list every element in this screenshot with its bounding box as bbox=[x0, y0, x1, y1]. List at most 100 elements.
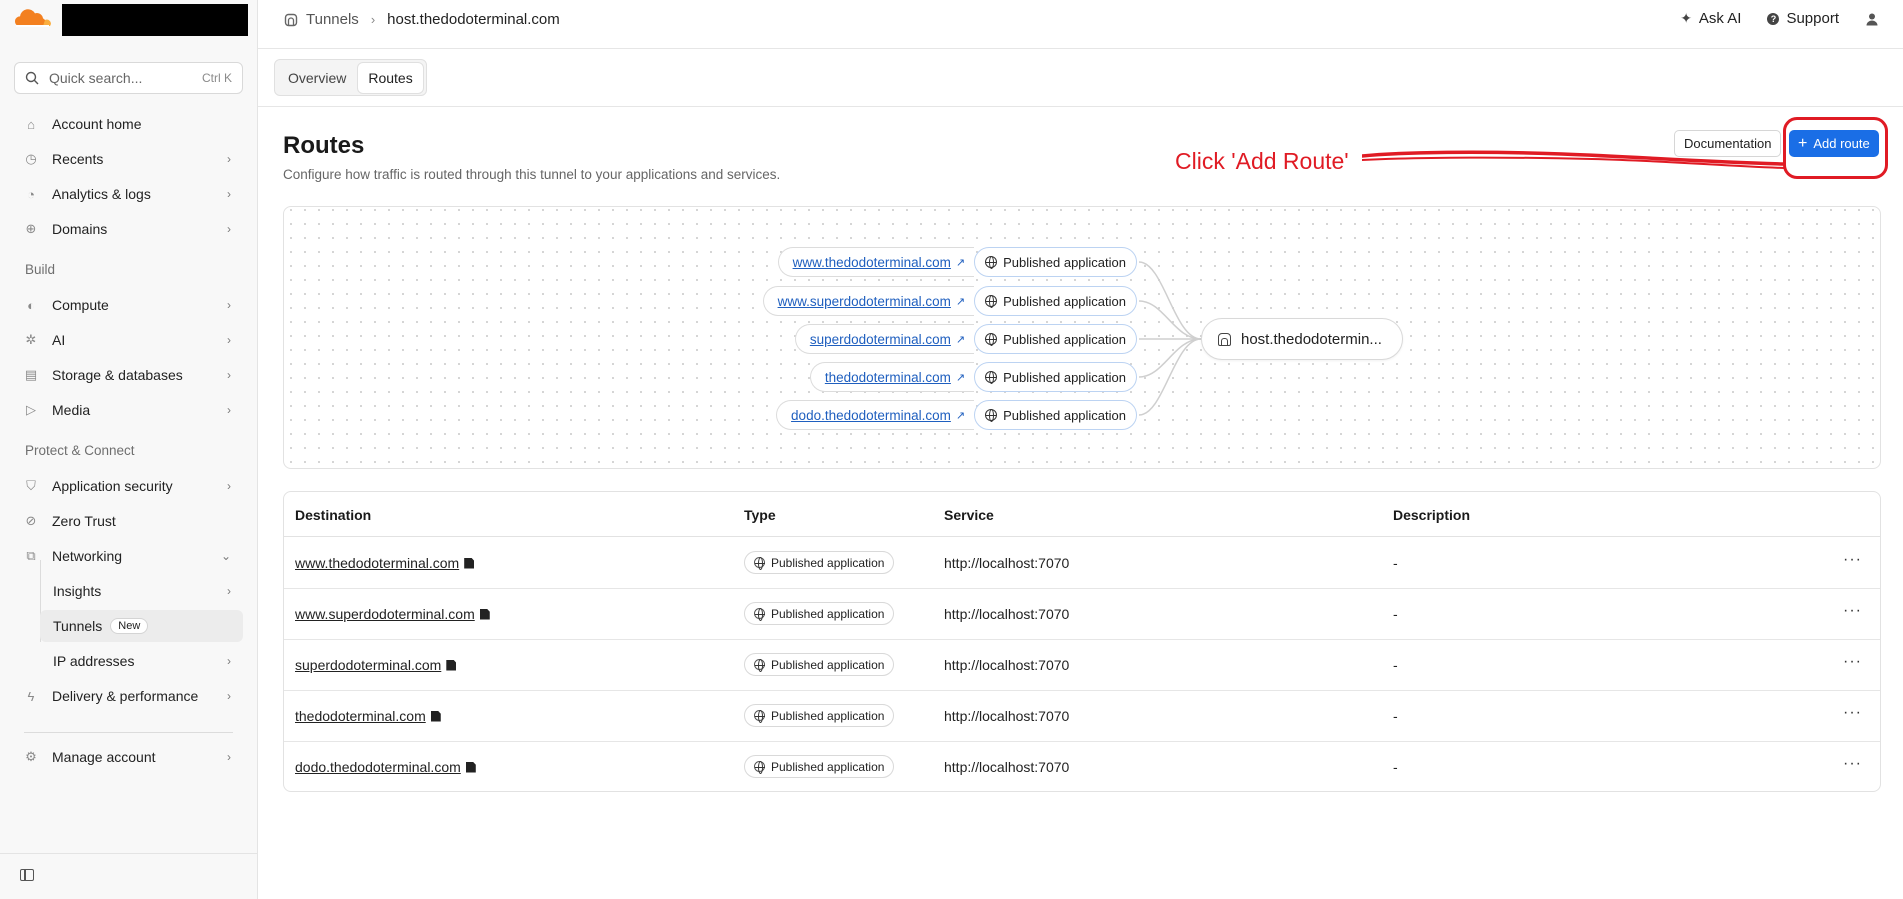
annotation-highlight-circle bbox=[1783, 117, 1888, 179]
sidebar-footer bbox=[0, 853, 258, 899]
globe-icon bbox=[754, 761, 765, 774]
sidebar-item-networking[interactable]: ⧉ Networking ⌄ bbox=[14, 540, 243, 572]
tab-routes[interactable]: Routes bbox=[358, 62, 423, 93]
breadcrumb-tunnels[interactable]: Tunnels bbox=[306, 11, 359, 28]
destination-link[interactable]: superdodoterminal.com bbox=[810, 332, 951, 347]
sidebar-item-manage-account[interactable]: ⚙ Manage account › bbox=[14, 741, 243, 773]
sidebar-item-recents[interactable]: ◷ Recents › bbox=[14, 143, 243, 175]
tab-overview[interactable]: Overview bbox=[278, 63, 356, 93]
diagram-destination[interactable]: dodo.thedodoterminal.com ↗ bbox=[776, 400, 975, 430]
tunnel-icon bbox=[1218, 332, 1231, 346]
sidebar-item-ai[interactable]: ✲ AI › bbox=[14, 324, 243, 356]
document-icon[interactable] bbox=[446, 659, 457, 671]
document-icon[interactable] bbox=[464, 557, 475, 569]
diagram-destination[interactable]: superdodoterminal.com ↗ bbox=[794, 324, 975, 354]
external-link-icon: ↗ bbox=[955, 371, 966, 384]
row-destination[interactable]: www.thedodoterminal.com bbox=[295, 555, 475, 571]
cloudflare-logo-icon[interactable] bbox=[12, 8, 52, 30]
destination-text[interactable]: thedodoterminal.com bbox=[295, 708, 426, 724]
sparkle-icon: ✲ bbox=[25, 332, 37, 347]
sidebar-item-compute[interactable]: ◐ Compute › bbox=[14, 289, 243, 321]
diagram-route: dodo.thedodoterminal.com ↗ Published app… bbox=[776, 399, 1137, 431]
destination-link[interactable]: www.thedodoterminal.com bbox=[793, 255, 951, 270]
diagram-destination[interactable]: thedodoterminal.com ↗ bbox=[809, 362, 975, 392]
sidebar-item-analytics[interactable]: ◔ Analytics & logs › bbox=[14, 178, 243, 210]
row-actions-menu-icon[interactable]: ··· bbox=[1843, 704, 1862, 722]
diagram-type-pill[interactable]: Published application bbox=[974, 400, 1137, 430]
globe-icon bbox=[754, 608, 765, 621]
table-row: www.thedodoterminal.com Published applic… bbox=[284, 538, 1880, 589]
help-icon: ? bbox=[1767, 12, 1780, 25]
sidebar-item-account-home[interactable]: ⌂ Account home bbox=[14, 108, 243, 140]
logo-row bbox=[0, 0, 258, 40]
row-actions-menu-icon[interactable]: ··· bbox=[1843, 653, 1862, 671]
sidebar-item-ip-addresses[interactable]: IP addresses › bbox=[40, 645, 243, 677]
user-menu-button[interactable] bbox=[1865, 12, 1879, 26]
row-actions-menu-icon[interactable]: ··· bbox=[1843, 755, 1862, 773]
diagram-destination[interactable]: www.thedodoterminal.com ↗ bbox=[777, 247, 975, 277]
destination-link[interactable]: dodo.thedodoterminal.com bbox=[791, 408, 951, 423]
diagram-destination[interactable]: www.superdodoterminal.com ↗ bbox=[762, 286, 975, 316]
destination-text[interactable]: www.superdodoterminal.com bbox=[295, 606, 475, 622]
host-label: host.thedodotermin... bbox=[1241, 330, 1382, 348]
sidebar-item-label: Domains bbox=[52, 221, 108, 237]
diagram-type-pill[interactable]: Published application bbox=[974, 286, 1137, 316]
diagram-host-node[interactable]: host.thedodotermin... bbox=[1201, 318, 1403, 360]
table-row: thedodoterminal.com Published applicatio… bbox=[284, 691, 1880, 742]
destination-link[interactable]: www.superdodoterminal.com bbox=[778, 294, 951, 309]
col-type: Type bbox=[744, 507, 776, 523]
ask-ai-label: Ask AI bbox=[1698, 10, 1742, 27]
page-title: Routes bbox=[283, 132, 365, 159]
row-actions-menu-icon[interactable]: ··· bbox=[1843, 602, 1862, 620]
chevron-right-icon: › bbox=[227, 222, 231, 236]
diagram-type-pill[interactable]: Published application bbox=[974, 247, 1137, 277]
sidebar-item-insights[interactable]: Insights › bbox=[40, 575, 243, 607]
diagram-type-pill[interactable]: Published application bbox=[974, 324, 1137, 354]
chevron-right-icon: › bbox=[227, 298, 231, 312]
row-description: - bbox=[1393, 555, 1398, 571]
page-description: Configure how traffic is routed through … bbox=[283, 167, 781, 182]
destination-text[interactable]: www.thedodoterminal.com bbox=[295, 555, 459, 571]
chevron-right-icon: › bbox=[227, 689, 231, 703]
destination-link[interactable]: thedodoterminal.com bbox=[825, 370, 951, 385]
destination-text[interactable]: superdodoterminal.com bbox=[295, 657, 441, 673]
ask-ai-button[interactable]: ✦ Ask AI bbox=[1680, 10, 1741, 27]
sidebar-item-app-security[interactable]: ⛉ Application security › bbox=[14, 470, 243, 502]
diagram-type-pill[interactable]: Published application bbox=[974, 362, 1137, 392]
sidebar-item-tunnels[interactable]: Tunnels New bbox=[40, 610, 243, 642]
chevron-right-icon: › bbox=[227, 584, 231, 598]
sidebar: Quick search... Ctrl K ⌂ Account home ◷ … bbox=[0, 0, 258, 899]
document-icon[interactable] bbox=[479, 608, 490, 620]
sidebar-item-domains[interactable]: ⊕ Domains › bbox=[14, 213, 243, 245]
sidebar-item-delivery[interactable]: ϟ Delivery & performance › bbox=[14, 680, 243, 712]
row-actions-menu-icon[interactable]: ··· bbox=[1843, 551, 1862, 569]
sidebar-item-label: Account home bbox=[52, 116, 142, 132]
type-label: Published application bbox=[771, 708, 885, 723]
sidebar-item-zero-trust[interactable]: ⊘ Zero Trust bbox=[14, 505, 243, 537]
account-name-redacted[interactable] bbox=[62, 4, 248, 36]
row-destination[interactable]: dodo.thedodoterminal.com bbox=[295, 759, 476, 775]
row-destination[interactable]: thedodoterminal.com bbox=[295, 708, 441, 724]
breadcrumb-current: host.thedodoterminal.com bbox=[387, 11, 560, 28]
row-description: - bbox=[1393, 657, 1398, 673]
chevron-right-icon: › bbox=[227, 368, 231, 382]
document-icon[interactable] bbox=[430, 710, 441, 722]
row-destination[interactable]: superdodoterminal.com bbox=[295, 657, 457, 673]
sidebar-item-storage[interactable]: ▤ Storage & databases › bbox=[14, 359, 243, 391]
search-shortcut: Ctrl K bbox=[202, 71, 232, 85]
support-button[interactable]: ? Support bbox=[1767, 10, 1839, 27]
quick-search-input[interactable]: Quick search... Ctrl K bbox=[14, 62, 243, 94]
globe-icon bbox=[985, 295, 998, 308]
sidebar-item-label: Tunnels bbox=[53, 618, 103, 634]
destination-text[interactable]: dodo.thedodoterminal.com bbox=[295, 759, 461, 775]
document-icon[interactable] bbox=[465, 761, 476, 773]
home-icon: ⌂ bbox=[27, 116, 35, 132]
row-destination[interactable]: www.superdodoterminal.com bbox=[295, 606, 490, 622]
chevron-right-icon: › bbox=[227, 654, 231, 668]
documentation-button[interactable]: Documentation bbox=[1674, 130, 1782, 157]
row-service: http://localhost:7070 bbox=[944, 759, 1070, 775]
sidebar-item-label: Compute bbox=[52, 297, 109, 313]
collapse-sidebar-icon[interactable] bbox=[20, 869, 34, 881]
new-badge: New bbox=[110, 618, 149, 634]
sidebar-item-media[interactable]: ▷ Media › bbox=[14, 394, 243, 426]
